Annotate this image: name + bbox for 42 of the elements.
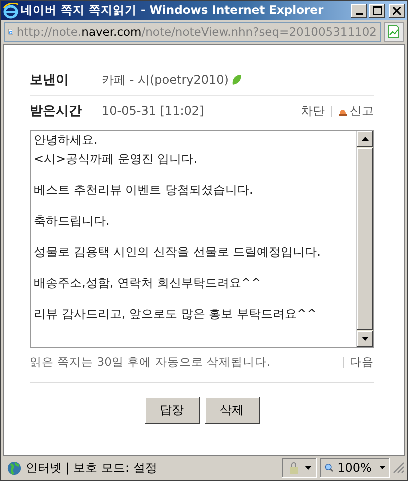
globe-icon [7, 460, 22, 476]
caret-up-icon [362, 137, 368, 141]
action-link[interactable]: 신고 [350, 102, 374, 120]
caret-down-icon [362, 337, 368, 341]
message-line: 축하드립니다. [34, 214, 110, 228]
message-line: 배송주소,성함, 연락처 회신부탁드려요^^ [34, 276, 262, 290]
action-button[interactable]: 삭제 [204, 397, 260, 424]
close-icon [393, 6, 401, 14]
caret-down-icon [305, 466, 312, 470]
next-link[interactable]: 다음 [350, 354, 374, 370]
scrollbar[interactable] [356, 131, 373, 347]
sender-label: 보낸이 [30, 72, 70, 89]
minimize-icon [356, 12, 362, 14]
leaf-icon [232, 74, 242, 86]
message-line: 베스트 추천리뷰 이벤트 당첨되셨습니다. [34, 183, 254, 197]
caret-down-icon [380, 466, 385, 470]
notice-text: 읽은 쪽지는 30일 후에 자동으로 삭제됩니다. [30, 354, 271, 370]
sender-value: 카페 - 시(poetry2010) [102, 72, 229, 88]
received-label: 받은시간 [30, 103, 83, 120]
message-line: 안녕하세요. [34, 133, 98, 147]
message-box[interactable]: 안녕하세요. <시>공식까페 운영진 입니다. 베스트 추천리뷰 이벤트 당첨되셨습니다. 축하드립니다. 성물로 김용택 시인의 신작을 선물로 드릴예정입니다. 배송주소,성함, 연락처 회신부탁드려요^^ 리뷰 감사드리고, 앞으로도 많은 홍보 부탁드려요^^ [30, 130, 374, 348]
resize-grip-icon [393, 462, 405, 474]
action-link[interactable]: 차단 [301, 102, 325, 120]
message-line: 성물로 김용택 시인의 신작을 선물로 드릴예정입니다. [34, 245, 321, 259]
security-button[interactable] [282, 458, 317, 478]
address-field[interactable]: http://note.naver.com/note/noteView.nhn?seq=201005311102 [4, 22, 381, 42]
zone-status: 인터넷 | 보호 모드: 설정 [26, 460, 158, 476]
browser-icon [3, 2, 19, 18]
minimize-button[interactable] [351, 4, 367, 18]
message-line: <시>공식까페 운영진 입니다. [34, 152, 198, 166]
received-value: 10-05-31 [11:02] [102, 104, 204, 118]
zoom-icon [325, 462, 334, 474]
window-title: 네이버 쪽지 쪽지읽기 - Windows Internet Explorer [21, 3, 325, 18]
close-button[interactable] [389, 4, 405, 18]
message-line: 리뷰 감사드리고, 앞으로도 많은 홍보 부탁드려요^^ [34, 307, 317, 321]
chart-page-icon [387, 25, 401, 39]
maximize-icon [372, 6, 382, 15]
compatibility-button[interactable] [384, 22, 404, 42]
zoom-button[interactable]: 100% [320, 458, 390, 478]
action-button[interactable]: 답장 [144, 397, 200, 424]
lock-icon [287, 461, 301, 475]
maximize-button[interactable] [369, 4, 385, 18]
